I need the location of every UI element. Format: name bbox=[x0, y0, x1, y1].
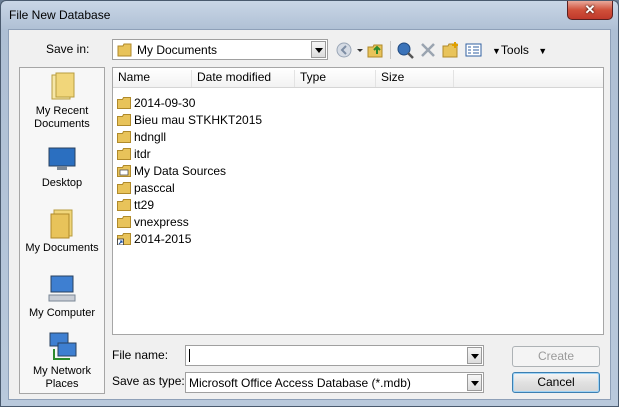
file-name: tt29 bbox=[134, 198, 155, 212]
folder-icon bbox=[117, 43, 132, 57]
place-desktop[interactable]: Desktop bbox=[20, 143, 104, 190]
file-name-input[interactable] bbox=[185, 345, 484, 366]
tools-dropdown-icon: ▼ bbox=[492, 46, 501, 56]
places-bar: My Recent Documents Desktop My Documents… bbox=[19, 67, 105, 394]
folder-icon bbox=[117, 148, 131, 160]
title-bar[interactable]: File New Database ✕ bbox=[1, 1, 618, 29]
file-name: 2014-2015 bbox=[134, 232, 192, 246]
file-name: pasccal bbox=[134, 181, 175, 195]
file-name: itdr bbox=[134, 147, 151, 161]
save-in-value: My Documents bbox=[137, 43, 218, 57]
save-in-dropdown[interactable]: My Documents bbox=[112, 39, 328, 60]
place-my-network-places[interactable]: My Network Places bbox=[20, 331, 104, 391]
file-name: 2014-09-30 bbox=[134, 96, 196, 110]
close-icon: ✕ bbox=[584, 2, 596, 17]
tools-menu[interactable]: ▼Tools ▼ bbox=[492, 43, 547, 57]
dialog-window: File New Database ✕ Save in: My Document… bbox=[0, 0, 619, 407]
column-type[interactable]: Type bbox=[295, 70, 376, 87]
column-name[interactable]: Name bbox=[113, 70, 192, 87]
chevron-down-icon[interactable] bbox=[467, 347, 482, 364]
data-sources-folder-icon bbox=[117, 165, 131, 177]
window-title: File New Database bbox=[9, 8, 111, 22]
views-icon[interactable] bbox=[465, 41, 483, 59]
file-name: hdngll bbox=[134, 130, 167, 144]
shortcut-folder-icon bbox=[117, 233, 131, 245]
place-my-recent-documents[interactable]: My Recent Documents bbox=[20, 71, 104, 131]
column-header-row: Name Date modified Type Size bbox=[113, 68, 603, 88]
column-size[interactable]: Size bbox=[376, 70, 454, 87]
save-in-label: Save in: bbox=[46, 42, 90, 56]
back-icon[interactable] bbox=[336, 41, 354, 59]
recent-documents-icon bbox=[46, 71, 78, 103]
new-folder-icon[interactable] bbox=[442, 41, 460, 59]
folder-icon bbox=[117, 131, 131, 143]
folder-icon bbox=[117, 114, 131, 126]
folder-icon bbox=[117, 97, 131, 109]
search-web-icon[interactable] bbox=[396, 41, 414, 59]
save-as-type-label: Save as type: bbox=[112, 374, 185, 388]
place-label: My Network Places bbox=[32, 365, 92, 390]
create-button[interactable]: Create bbox=[512, 346, 600, 367]
desktop-icon bbox=[46, 143, 78, 175]
back-history-dropdown-icon[interactable] bbox=[356, 41, 364, 59]
file-name-value bbox=[189, 349, 190, 362]
file-name: Bieu mau STKHKT2015 bbox=[134, 113, 263, 127]
place-my-documents[interactable]: My Documents bbox=[20, 208, 104, 255]
folder-icon bbox=[117, 182, 131, 194]
file-list[interactable]: Name Date modified Type Size 2014-09-30 … bbox=[112, 67, 604, 335]
dialog-body: Save in: My Documents ▼Tools ▼ My Recent… bbox=[8, 29, 611, 400]
cancel-button[interactable]: Cancel bbox=[512, 372, 600, 393]
folder-icon bbox=[117, 199, 131, 211]
chevron-down-icon: ▼ bbox=[538, 46, 548, 56]
up-one-level-icon[interactable] bbox=[367, 41, 385, 59]
delete-icon[interactable] bbox=[419, 41, 437, 59]
network-places-icon bbox=[46, 331, 78, 363]
my-documents-icon bbox=[46, 208, 78, 240]
place-label: Desktop bbox=[41, 177, 83, 189]
my-computer-icon bbox=[46, 273, 78, 305]
place-label: My Recent Documents bbox=[34, 105, 90, 130]
place-label: My Computer bbox=[28, 307, 96, 319]
file-name: My Data Sources bbox=[134, 164, 227, 178]
file-name: vnexpress bbox=[134, 215, 189, 229]
tools-label: Tools bbox=[500, 43, 529, 57]
place-my-computer[interactable]: My Computer bbox=[20, 273, 104, 320]
save-as-type-dropdown[interactable]: Microsoft Office Access Database (*.mdb) bbox=[185, 372, 484, 393]
save-as-type-value: Microsoft Office Access Database (*.mdb) bbox=[189, 376, 411, 390]
column-date-modified[interactable]: Date modified bbox=[192, 70, 295, 87]
chevron-down-icon[interactable] bbox=[311, 41, 326, 58]
folder-icon bbox=[117, 216, 131, 228]
chevron-down-icon[interactable] bbox=[467, 374, 482, 391]
file-name-label: File name: bbox=[112, 348, 169, 362]
place-label: My Documents bbox=[25, 242, 99, 254]
close-button[interactable]: ✕ bbox=[567, 1, 613, 20]
